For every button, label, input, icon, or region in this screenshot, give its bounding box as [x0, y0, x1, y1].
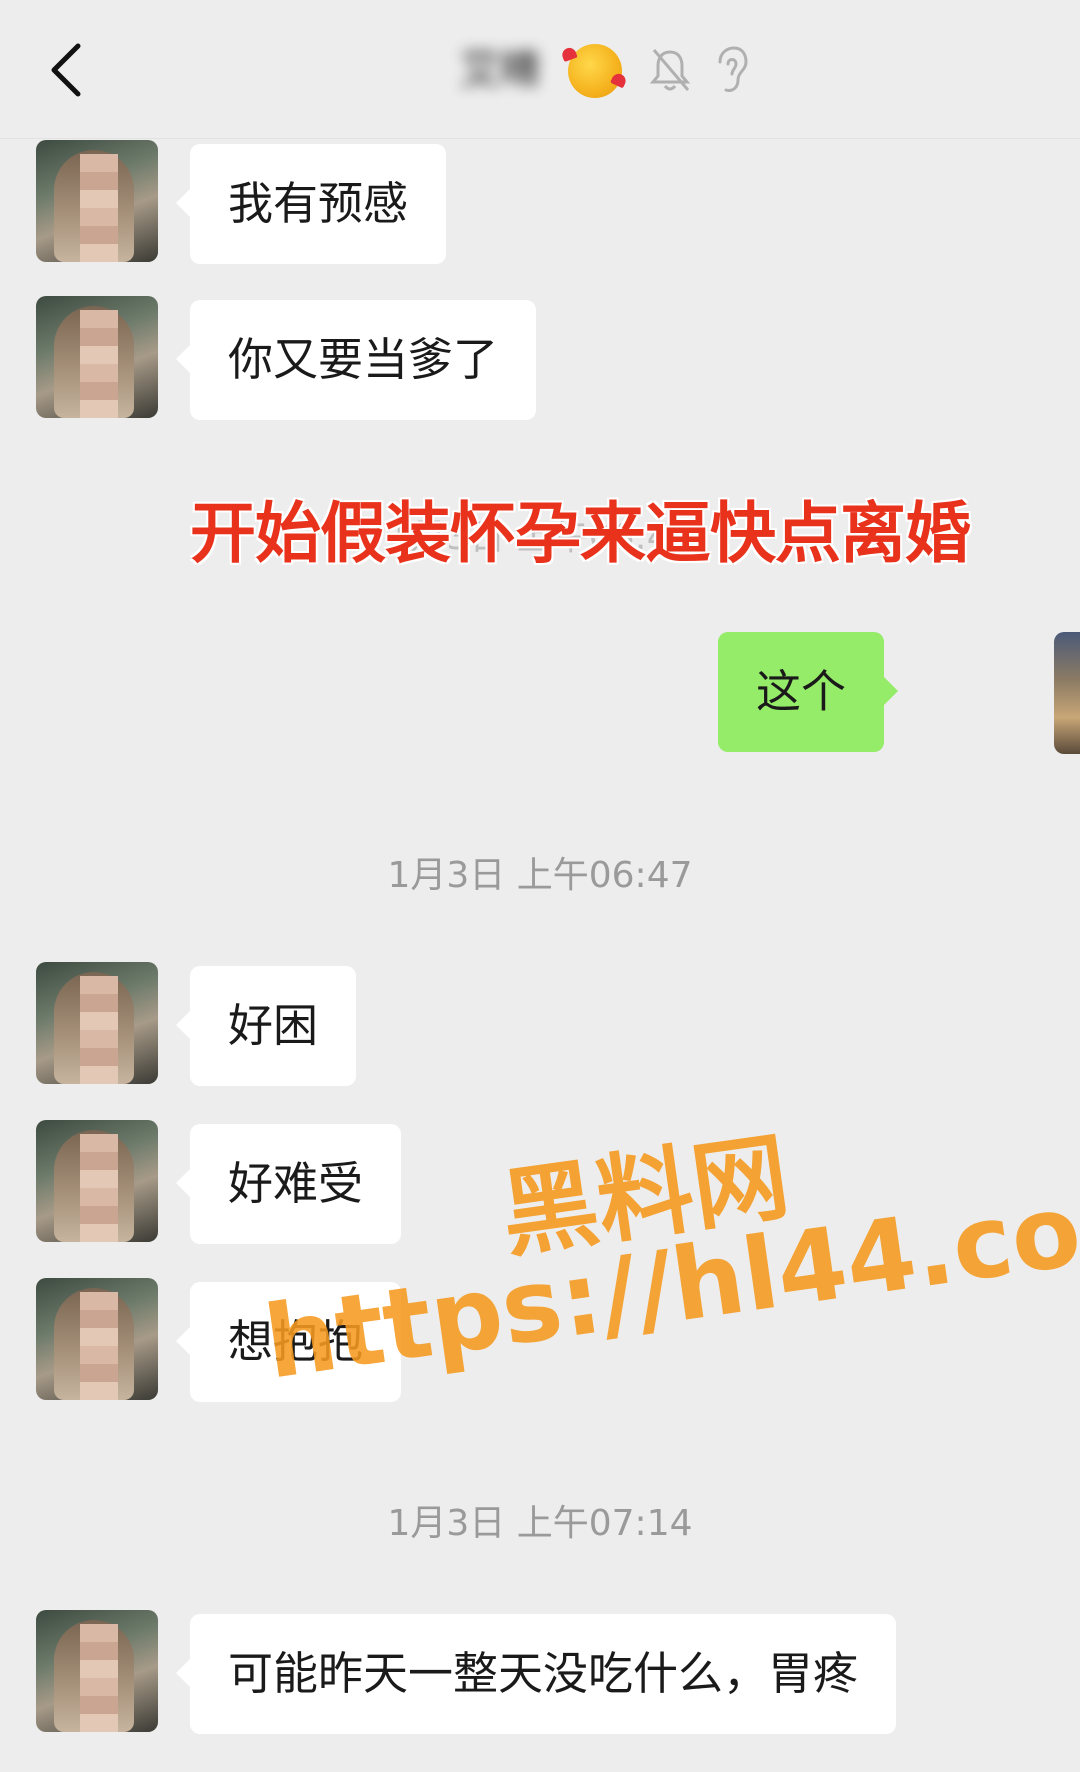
avatar[interactable] — [36, 1278, 158, 1400]
message-bubble[interactable]: 好难受 — [175, 1124, 402, 1244]
message-bubble[interactable]: 好困 — [175, 966, 357, 1086]
message-bubble[interactable]: 我有预感 — [175, 144, 447, 264]
message-bubble[interactable]: 可能昨天一整天没吃什么，胃疼 — [175, 1614, 897, 1734]
emoji-icon — [568, 44, 622, 98]
avatar[interactable] — [36, 140, 158, 262]
avatar[interactable] — [36, 1610, 158, 1732]
ear-icon — [718, 46, 748, 92]
bell-muted-icon — [649, 49, 691, 91]
chat-title: 艾晴 — [460, 47, 540, 93]
avatar[interactable] — [36, 1120, 158, 1242]
avatar[interactable] — [36, 962, 158, 1084]
annotation-overlay: 开始假装怀孕来逼快点离婚 — [190, 495, 971, 572]
chevron-left-icon — [51, 43, 81, 97]
timestamp: 1月3日 上午06:47 — [387, 855, 693, 896]
message-bubble[interactable]: 你又要当爹了 — [175, 300, 537, 420]
chat-header: 艾晴 — [0, 0, 1080, 139]
message-bubble-self[interactable]: 这个 — [717, 632, 899, 752]
avatar-self[interactable] — [1054, 632, 1080, 754]
avatar[interactable] — [36, 296, 158, 418]
timestamp: 1月3日 上午07:14 — [387, 1503, 693, 1544]
back-button[interactable] — [40, 38, 96, 102]
